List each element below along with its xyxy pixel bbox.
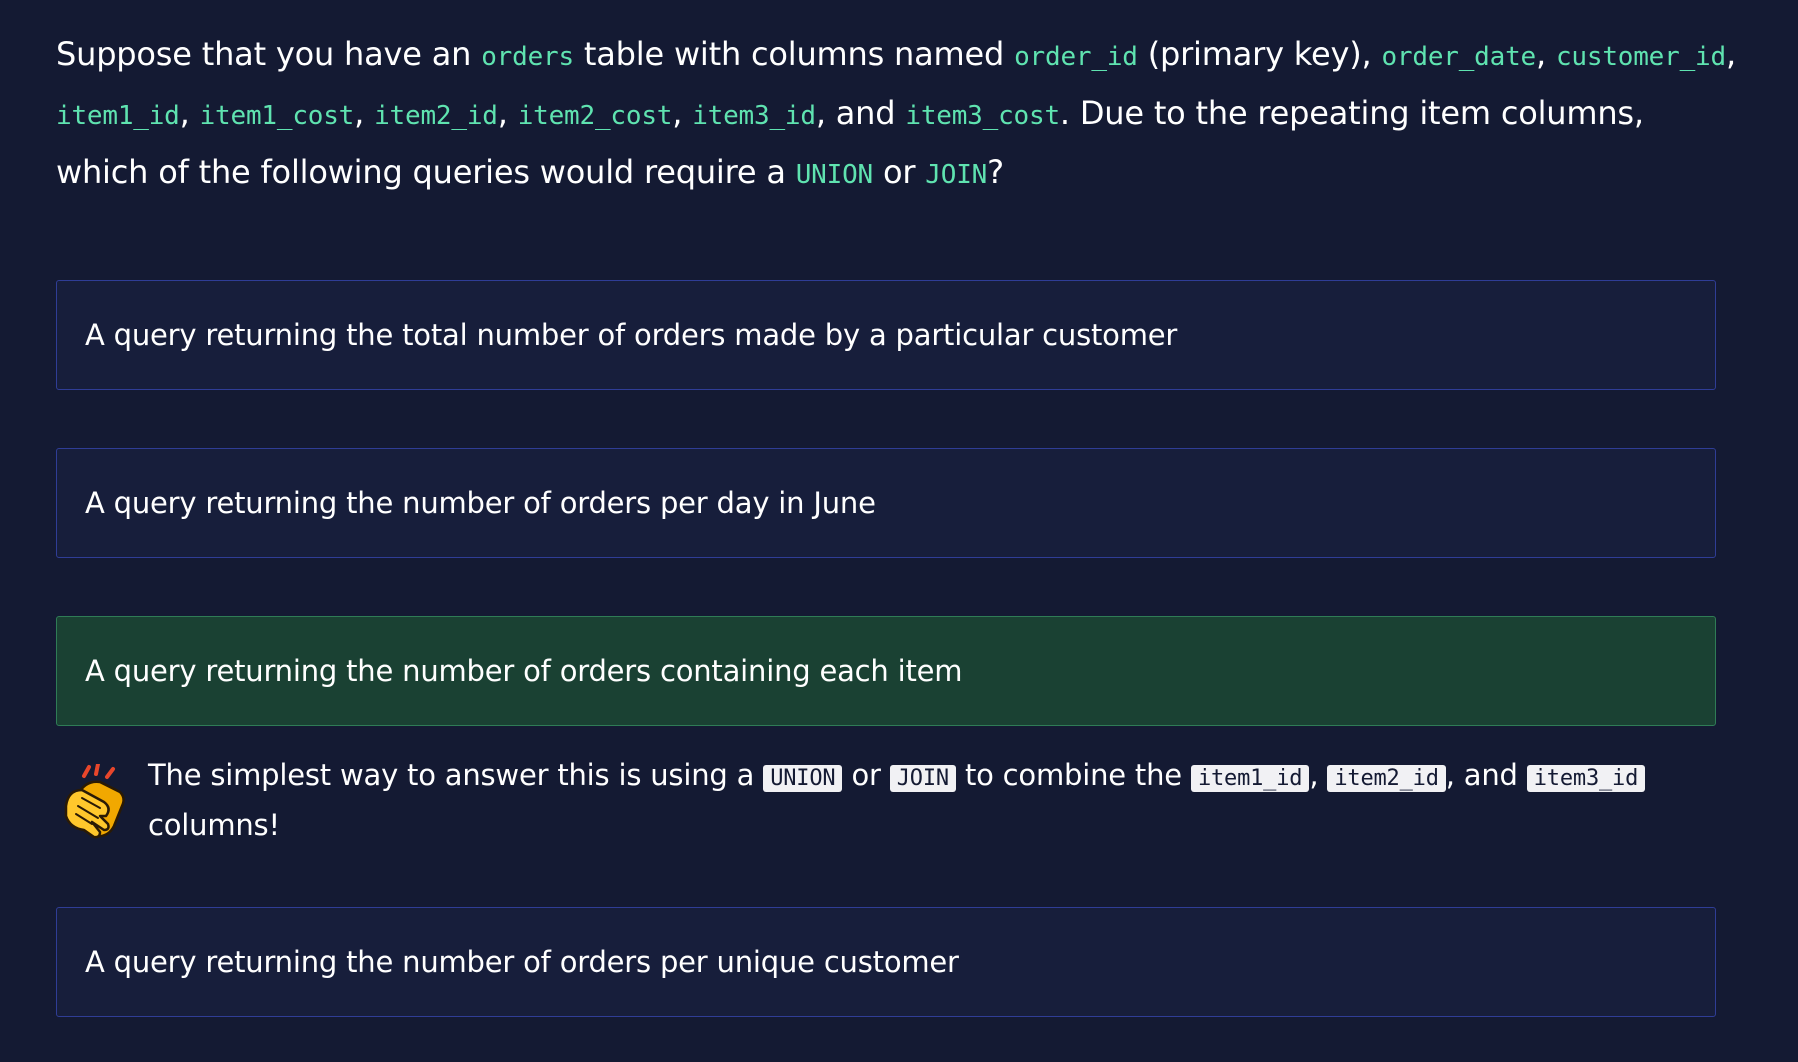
question-code: item1_id — [56, 101, 180, 131]
question-text-part: Suppose that you have an — [56, 35, 482, 73]
question-text-part: (primary key), — [1137, 35, 1382, 73]
answer-feedback: The simplest way to answer this is using… — [56, 752, 1716, 849]
question-text-part: , — [1536, 35, 1556, 73]
feedback-text-part: columns! — [148, 808, 280, 842]
feedback-text-part: or — [842, 758, 890, 792]
feedback-text-part: , and — [1445, 758, 1527, 792]
feedback-text: The simplest way to answer this is using… — [148, 752, 1716, 849]
feedback-code: item3_id — [1526, 765, 1646, 792]
answer-option-label: A query returning the total number of or… — [85, 318, 1178, 352]
question-code: JOIN — [925, 160, 988, 190]
question-code: item3_cost — [905, 101, 1060, 131]
question-code: item2_id — [374, 101, 498, 131]
question-text-part: , — [354, 94, 375, 132]
question-text-part: ? — [987, 153, 1004, 191]
question-text-part: , and — [815, 94, 906, 132]
question-code: orders — [481, 42, 574, 72]
question-text: Suppose that you have an orders table wi… — [56, 26, 1746, 203]
question-code: customer_id — [1555, 42, 1726, 72]
answer-option-orders-per-unique-customer[interactable]: A query returning the number of orders p… — [56, 907, 1716, 1017]
question-code: order_date — [1381, 42, 1536, 72]
question-code: item1_cost — [199, 101, 355, 131]
feedback-text-part: to combine the — [955, 758, 1191, 792]
question-text-part: table with columns named — [573, 35, 1015, 73]
answer-option-orders-containing-each-item-correct[interactable]: A query returning the number of orders c… — [56, 616, 1716, 726]
question-text-part: , — [672, 94, 693, 132]
question-text-part: or — [873, 153, 926, 191]
answer-option-label: A query returning the number of orders p… — [85, 486, 876, 520]
answer-option-orders-per-day-june[interactable]: A query returning the number of orders p… — [56, 448, 1716, 558]
question-code: item2_cost — [517, 101, 673, 131]
feedback-code: item1_id — [1190, 765, 1310, 792]
question-code: UNION — [795, 160, 873, 190]
answer-option-label: A query returning the number of orders c… — [85, 654, 963, 688]
answer-option-label: A query returning the number of orders p… — [85, 945, 959, 979]
clapping-hands-icon — [64, 764, 125, 839]
answer-option-total-orders-by-customer[interactable]: A query returning the total number of or… — [56, 280, 1716, 390]
question-text-part: , — [179, 94, 200, 132]
question-text-part: , — [497, 94, 518, 132]
feedback-code: UNION — [763, 765, 843, 792]
question-text-part: , — [1725, 35, 1736, 73]
feedback-code: item2_id — [1327, 765, 1446, 792]
question-code: item3_id — [692, 101, 816, 131]
feedback-text-part: The simplest way to answer this is using… — [148, 758, 764, 792]
feedback-text-part: , — [1309, 758, 1328, 792]
feedback-code: JOIN — [889, 765, 956, 792]
question-code: order_id — [1014, 42, 1138, 72]
